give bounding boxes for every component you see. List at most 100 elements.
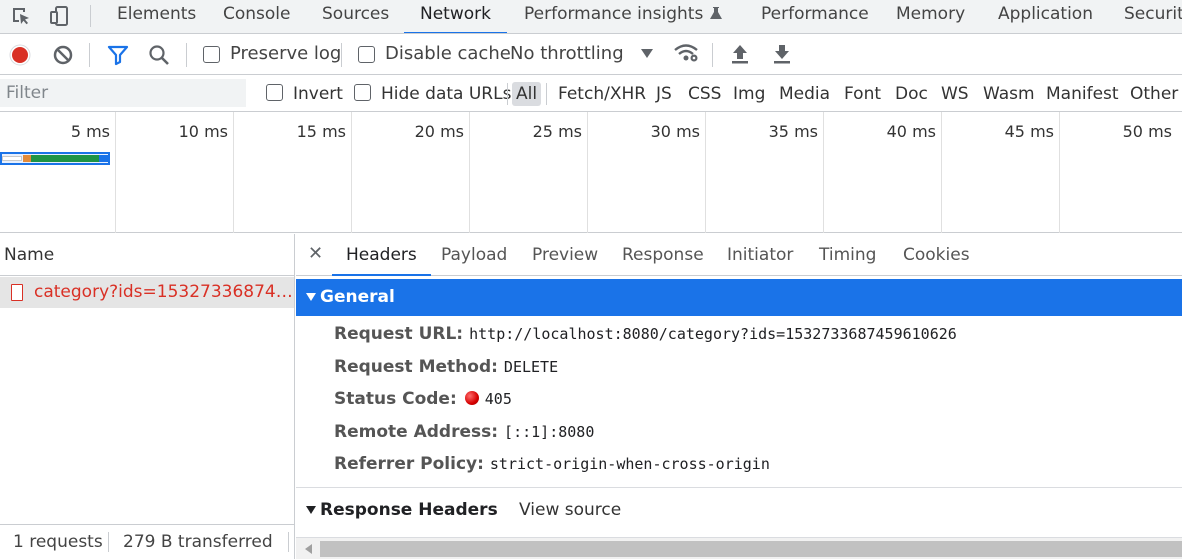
- import-har-icon[interactable]: [730, 43, 750, 65]
- filter-type-doc[interactable]: Doc: [895, 82, 928, 106]
- request-url-key: Request URL:: [334, 324, 464, 344]
- response-headers-title: Response Headers: [320, 500, 498, 520]
- tab-cookies[interactable]: Cookies: [903, 234, 970, 276]
- response-headers-section-header[interactable]: Response Headers View source: [296, 496, 1182, 524]
- transferred-size: 279 B transferred: [123, 532, 273, 552]
- device-toolbar-icon[interactable]: [48, 4, 72, 28]
- timeline-gridline: [823, 112, 824, 233]
- flask-icon: [710, 7, 723, 19]
- timeline-tick-label: 25 ms: [532, 122, 582, 141]
- tab-console[interactable]: Console: [223, 0, 291, 33]
- request-detail-panel: ✕ Headers Payload Preview Response Initi…: [296, 234, 1182, 559]
- general-section-header[interactable]: General: [296, 279, 1182, 316]
- hide-data-urls-checkbox[interactable]: [354, 84, 371, 101]
- export-har-icon[interactable]: [772, 43, 792, 65]
- tab-memory[interactable]: Memory: [896, 0, 965, 33]
- hide-data-urls-label: Hide data URLs: [381, 84, 512, 104]
- topbar-separator: [90, 5, 91, 27]
- expand-triangle-icon: [306, 293, 316, 301]
- filter-type-wasm[interactable]: Wasm: [983, 82, 1035, 106]
- timeline-tick-label: 20 ms: [414, 122, 464, 141]
- tab-headers[interactable]: Headers: [332, 234, 431, 276]
- search-icon[interactable]: [148, 44, 170, 66]
- filter-type-img[interactable]: Img: [733, 82, 765, 106]
- timeline-tick-label: 35 ms: [768, 122, 818, 141]
- filter-type-css[interactable]: CSS: [688, 82, 721, 106]
- chevron-down-icon[interactable]: [641, 49, 653, 58]
- tab-network[interactable]: Network: [404, 0, 507, 33]
- timeline-tick-label: 30 ms: [650, 122, 700, 141]
- filter-type-media[interactable]: Media: [779, 82, 830, 106]
- tab-security[interactable]: Security: [1124, 0, 1182, 33]
- tab-performance-insights[interactable]: Performance insights: [524, 0, 723, 33]
- throttling-select[interactable]: No throttling: [510, 43, 624, 64]
- tab-sources[interactable]: Sources: [322, 0, 389, 33]
- request-name: category?ids=1532733687459610626: [34, 282, 294, 302]
- preserve-log-label: Preserve log: [230, 43, 342, 64]
- timeline-connect-segment: [23, 155, 31, 162]
- timeline-gridline: [587, 112, 588, 233]
- filter-input[interactable]: [0, 79, 246, 107]
- disable-cache-checkbox[interactable]: [358, 46, 375, 63]
- scrollbar-thumb[interactable]: [320, 541, 1182, 557]
- tab-response[interactable]: Response: [622, 234, 704, 276]
- header-row-remote-address: Remote Address: [::1]:8080: [334, 420, 594, 444]
- status-code-value: 405: [484, 390, 512, 408]
- timeline-tick-label: 15 ms: [296, 122, 346, 141]
- filter-type-manifest[interactable]: Manifest: [1046, 82, 1119, 106]
- toolbar-separator: [89, 43, 90, 67]
- filter-icon[interactable]: [107, 44, 129, 66]
- header-row-request-url: Request URL: http://localhost:8080/catego…: [334, 322, 957, 346]
- tab-initiator[interactable]: Initiator: [727, 234, 793, 276]
- toolbar-separator: [186, 43, 187, 67]
- network-conditions-icon[interactable]: [672, 41, 700, 65]
- filter-type-js[interactable]: JS: [656, 82, 672, 106]
- detail-tabbar: ✕ Headers Payload Preview Response Initi…: [296, 234, 1182, 276]
- clear-icon[interactable]: [52, 44, 74, 66]
- status-code-key: Status Code:: [334, 389, 457, 409]
- filter-type-all[interactable]: All: [512, 82, 542, 106]
- name-column-header[interactable]: Name: [0, 234, 295, 276]
- filter-type-ws[interactable]: WS: [941, 82, 969, 106]
- timeline-tick-label: 50 ms: [1122, 122, 1172, 141]
- timeline-tick-label: 10 ms: [178, 122, 228, 141]
- tab-performance-insights-label: Performance insights: [524, 4, 704, 24]
- filter-type-other[interactable]: Other: [1130, 82, 1178, 106]
- timeline-gridline: [941, 112, 942, 233]
- timeline-gridline: [233, 112, 234, 233]
- disable-cache-label: Disable cache: [385, 43, 511, 64]
- request-list: Name category?ids=1532733687459610626: [0, 234, 295, 524]
- horizontal-scrollbar[interactable]: [296, 537, 1182, 559]
- tab-timing[interactable]: Timing: [819, 234, 876, 276]
- timeline-gridline: [115, 112, 116, 233]
- record-icon[interactable]: [9, 44, 31, 66]
- inspect-element-icon[interactable]: [9, 4, 33, 28]
- request-method-value: DELETE: [503, 358, 559, 376]
- header-row-status-code: Status Code: 405: [334, 387, 512, 411]
- toolbar-separator: [341, 43, 342, 67]
- timeline-request-bar[interactable]: [0, 152, 110, 165]
- remote-address-value: [::1]:8080: [504, 423, 595, 441]
- referrer-policy-key: Referrer Policy:: [334, 454, 484, 474]
- preserve-log-checkbox[interactable]: [203, 46, 220, 63]
- tab-preview[interactable]: Preview: [532, 234, 598, 276]
- filter-type-font[interactable]: Font: [844, 82, 881, 106]
- invert-checkbox[interactable]: [266, 84, 283, 101]
- timeline-gridline: [705, 112, 706, 233]
- tab-application[interactable]: Application: [998, 0, 1093, 33]
- tab-payload[interactable]: Payload: [441, 234, 507, 276]
- scroll-left-arrow-icon[interactable]: [305, 544, 312, 554]
- status-separator: [108, 532, 109, 552]
- view-source-link[interactable]: View source: [519, 496, 621, 524]
- filter-type-fetch-xhr[interactable]: Fetch/XHR: [558, 82, 646, 106]
- timeline-queue-segment: [2, 156, 22, 161]
- timeline-gridline: [469, 112, 470, 233]
- close-icon[interactable]: ✕: [308, 243, 323, 264]
- request-row[interactable]: category?ids=1532733687459610626: [0, 277, 294, 308]
- filter-separator: [546, 83, 547, 105]
- tab-elements[interactable]: Elements: [117, 0, 196, 33]
- network-overview-timeline[interactable]: 5 ms 10 ms 15 ms 20 ms 25 ms 30 ms 35 ms…: [0, 112, 1182, 233]
- timeline-gridline: [351, 112, 352, 233]
- tab-performance[interactable]: Performance: [761, 0, 869, 33]
- request-method-key: Request Method:: [334, 357, 498, 377]
